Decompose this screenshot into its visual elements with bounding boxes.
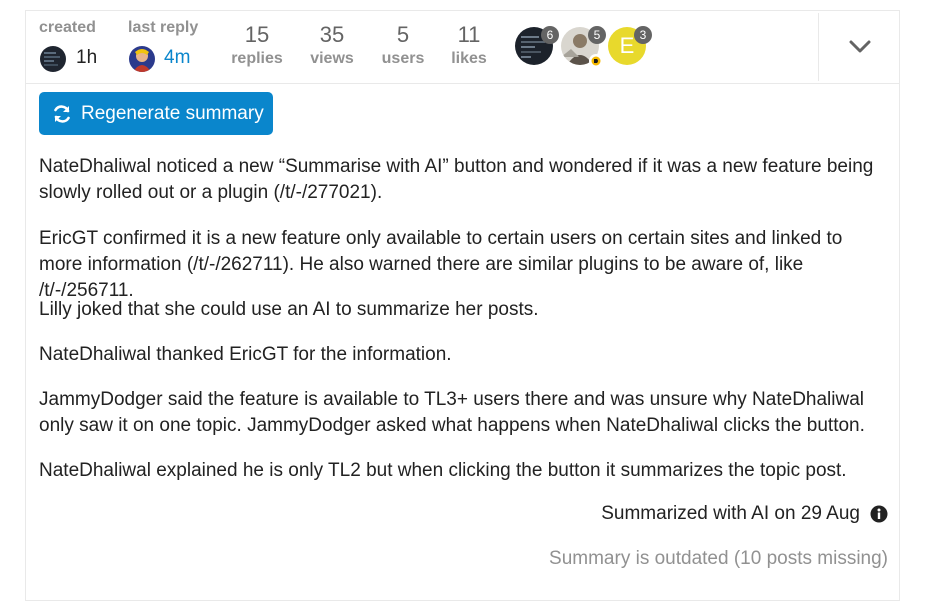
summary-paragraph: EricGT confirmed it is a new feature onl…	[39, 228, 843, 301]
last-replier-avatar[interactable]	[129, 46, 155, 72]
summarized-with-ai-text: Summarized with AI on 29 Aug	[601, 503, 860, 524]
created-label: created	[39, 19, 96, 36]
replies-count: 15	[244, 22, 270, 47]
participant-post-count: 6	[541, 26, 559, 44]
views-label: views	[310, 50, 354, 67]
views-count: 35	[319, 22, 345, 47]
summary-paragraph: NateDhaliwal thanked EricGT for the info…	[39, 344, 452, 365]
summary-paragraph: NateDhaliwal noticed a new “Summarise wi…	[39, 156, 874, 203]
summary-paragraph: JammyDodger said the feature is availabl…	[39, 389, 865, 436]
refresh-icon	[54, 104, 70, 123]
topic-map-bar: created 1h last reply 4m 15 replies 35 v…	[26, 11, 899, 84]
created-time[interactable]: 1h	[76, 47, 97, 69]
summary-paragraph: Lilly joked that she could use an AI to …	[39, 299, 539, 320]
expand-toggle-button[interactable]	[818, 13, 901, 81]
participant-post-count: 3	[634, 26, 652, 44]
last-reply-label: last reply	[128, 19, 199, 36]
flair-icon	[589, 54, 603, 68]
users-count: 5	[396, 22, 410, 47]
likes-label: likes	[451, 50, 487, 67]
regenerate-summary-button[interactable]: Regenerate summary	[39, 92, 273, 135]
info-icon[interactable]	[870, 505, 888, 523]
users-label: users	[381, 50, 425, 67]
last-reply-time[interactable]: 4m	[164, 47, 190, 69]
replies-label: replies	[231, 50, 283, 67]
summary-paragraph: NateDhaliwal explained he is only TL2 bu…	[39, 460, 847, 481]
summary-outdated-note: Summary is outdated (10 posts missing)	[549, 548, 888, 569]
avatar-letter: E	[619, 33, 635, 58]
summarized-with-ai-note: Summarized with AI on 29 Aug	[601, 503, 888, 525]
chevron-down-icon	[849, 40, 871, 53]
regenerate-summary-label: Regenerate summary	[81, 102, 264, 124]
creator-avatar[interactable]	[40, 46, 66, 72]
likes-count: 11	[457, 22, 481, 47]
topic-summary-card: created 1h last reply 4m 15 replies 35 v…	[25, 10, 900, 601]
participant-post-count: 5	[588, 26, 606, 44]
